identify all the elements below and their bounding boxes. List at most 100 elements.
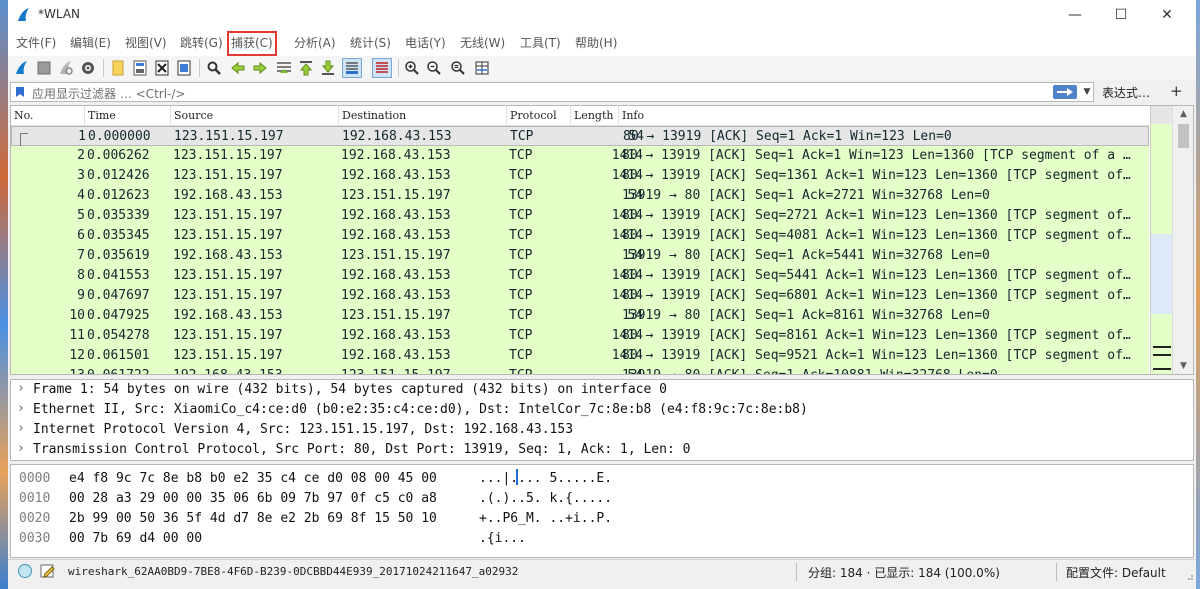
column-header-time[interactable]: Time bbox=[85, 106, 171, 126]
window-title: *WLAN bbox=[38, 7, 81, 21]
go-to-packet-icon[interactable] bbox=[274, 58, 294, 78]
zoom-in-icon[interactable] bbox=[402, 58, 422, 78]
menu-analyze[interactable]: 分析(A) bbox=[294, 34, 336, 52]
close-button[interactable]: ✕ bbox=[1144, 0, 1190, 30]
menu-go[interactable]: 跳转(G) bbox=[180, 34, 223, 52]
menu-bar: 文件(F) 编辑(E) 视图(V) 跳转(G) 捕获(C) 分析(A) 统计(S… bbox=[8, 30, 1196, 56]
detail-tree-item[interactable]: › Frame 1: 54 bytes on wire (432 bits), 5… bbox=[11, 380, 1193, 400]
packet-count-status: 分组: 184 · 已显示: 184 (100.0%) bbox=[808, 566, 1000, 580]
hex-row[interactable]: 0020 2b 99 00 50 36 5f 4d d7 8e e2 2b 69 … bbox=[11, 509, 1193, 529]
scroll-down-arrow-icon[interactable]: ▼ bbox=[1173, 358, 1193, 374]
restart-fin-icon[interactable] bbox=[56, 58, 76, 78]
detail-tree-item[interactable]: › Ethernet II, Src: XiaomiCo_c4:ce:d0 (b0… bbox=[11, 400, 1193, 420]
capture-options-gear-icon[interactable] bbox=[78, 58, 98, 78]
close-file-icon[interactable] bbox=[152, 58, 172, 78]
packet-source: 123.151.15.197 bbox=[173, 348, 283, 363]
packet-protocol: TCP bbox=[509, 288, 533, 303]
packet-row[interactable]: 130.061722 192.168.43.153 123.151.15.197 TC… bbox=[11, 366, 1149, 374]
menu-file[interactable]: 文件(F) bbox=[16, 34, 56, 52]
packet-info: 13919 → 80 [ACK] Seq=1 Ack=5441 Win=3276… bbox=[622, 248, 990, 263]
packet-source: 123.151.15.197 bbox=[173, 268, 283, 283]
expand-chevron-icon[interactable]: › bbox=[17, 441, 25, 456]
packet-source: 123.151.15.197 bbox=[173, 228, 283, 243]
shark-fin-start-icon[interactable] bbox=[12, 58, 32, 78]
go-first-icon[interactable] bbox=[296, 58, 316, 78]
hex-row[interactable]: 0030 00 7b 69 d4 00 00 .{i... bbox=[11, 529, 1193, 549]
packet-source: 123.151.15.197 bbox=[173, 288, 283, 303]
menu-capture[interactable]: 捕获(C) bbox=[227, 31, 277, 56]
go-last-icon[interactable] bbox=[318, 58, 338, 78]
expert-info-indicator-icon[interactable] bbox=[18, 564, 32, 578]
packet-no: 5 bbox=[77, 208, 85, 223]
profile-status[interactable]: 配置文件: Default bbox=[1066, 564, 1166, 581]
capture-comment-pencil-icon[interactable] bbox=[40, 563, 56, 579]
packet-row[interactable]: 4 0.012623 192.168.43.153 123.151.15.197 TCP… bbox=[11, 186, 1149, 206]
packet-protocol: TCP bbox=[509, 248, 533, 263]
expand-chevron-icon[interactable]: › bbox=[17, 421, 25, 436]
go-back-icon[interactable] bbox=[228, 58, 248, 78]
resize-grip-icon[interactable] bbox=[1184, 571, 1194, 581]
add-filter-button[interactable]: + bbox=[1170, 82, 1183, 100]
detail-tree-item[interactable]: › Internet Protocol Version 4, Src: 123.1… bbox=[11, 420, 1193, 440]
scroll-up-arrow-icon[interactable]: ▲ bbox=[1173, 106, 1193, 122]
expand-chevron-icon[interactable]: › bbox=[17, 401, 25, 416]
packet-minimap[interactable] bbox=[1150, 106, 1173, 374]
packet-row[interactable]: 3 0.012426 123.151.15.197 192.168.43.153 TCP… bbox=[11, 166, 1149, 186]
packet-no: 7 bbox=[77, 248, 85, 263]
menu-view[interactable]: 视图(V) bbox=[125, 34, 167, 52]
packet-time: 0.047697 bbox=[87, 288, 150, 303]
save-file-icon[interactable] bbox=[130, 58, 150, 78]
packet-row[interactable]: 10 0.047925 192.168.43.153 123.151.15.197 TC… bbox=[11, 306, 1149, 326]
zoom-normal-icon[interactable] bbox=[448, 58, 468, 78]
packet-rows: 1 0.000000 123.151.15.197 192.168.43.153 TCP… bbox=[11, 126, 1149, 374]
column-header-info[interactable]: Info bbox=[619, 106, 1149, 126]
expand-chevron-icon[interactable]: › bbox=[17, 381, 25, 396]
column-header-protocol[interactable]: Protocol bbox=[507, 106, 571, 126]
colorize-icon[interactable] bbox=[372, 58, 392, 78]
packet-row[interactable]: 1 0.000000 123.151.15.197 192.168.43.153 TCP… bbox=[11, 126, 1149, 147]
stop-square-icon[interactable] bbox=[34, 58, 54, 78]
packet-row[interactable]: 8 0.041553 123.151.15.197 192.168.43.153 TCP… bbox=[11, 266, 1149, 286]
reload-icon[interactable] bbox=[174, 58, 194, 78]
maximize-button[interactable]: ☐ bbox=[1098, 0, 1144, 30]
menu-wireless[interactable]: 无线(W) bbox=[460, 34, 505, 52]
open-folder-icon[interactable] bbox=[108, 58, 128, 78]
packet-time: 0.061501 bbox=[87, 348, 150, 363]
find-packet-icon[interactable] bbox=[204, 58, 224, 78]
column-header-no[interactable]: No. bbox=[11, 106, 85, 126]
hex-row[interactable]: 0010 00 28 a3 29 00 00 35 06 6b 09 7b 97 … bbox=[11, 489, 1193, 509]
packet-row[interactable]: 5 0.035339 123.151.15.197 192.168.43.153 TCP… bbox=[11, 206, 1149, 226]
hex-row[interactable]: 0000 e4 f8 9c 7c 8e b8 b0 e2 35 c4 ce d0 … bbox=[11, 469, 1193, 489]
packet-row[interactable]: 6 0.035345 123.151.15.197 192.168.43.153 TCP… bbox=[11, 226, 1149, 246]
filter-history-dropdown-icon[interactable]: ▼ bbox=[1081, 86, 1093, 98]
packet-row[interactable]: 11 0.054278 123.151.15.197 192.168.43.153 TC… bbox=[11, 326, 1149, 346]
minimize-button[interactable]: — bbox=[1052, 0, 1098, 30]
packet-list-scrollbar[interactable]: ▲ ▼ bbox=[1172, 106, 1193, 374]
expression-button[interactable]: 表达式… bbox=[1102, 84, 1150, 101]
column-header-length[interactable]: Length bbox=[571, 106, 619, 126]
auto-scroll-icon[interactable] bbox=[342, 58, 362, 78]
scroll-thumb[interactable] bbox=[1178, 124, 1189, 148]
menu-telephony[interactable]: 电话(Y) bbox=[405, 34, 446, 52]
apply-filter-arrow-icon[interactable] bbox=[1053, 85, 1077, 99]
packet-row[interactable]: 9 0.047697 123.151.15.197 192.168.43.153 TCP… bbox=[11, 286, 1149, 306]
packet-row[interactable]: 7 0.035619 192.168.43.153 123.151.15.197 TCP… bbox=[11, 246, 1149, 266]
go-forward-icon[interactable] bbox=[250, 58, 270, 78]
bookmark-icon[interactable] bbox=[15, 86, 25, 98]
packet-row[interactable]: 2 0.006262 123.151.15.197 192.168.43.153 TCP… bbox=[11, 146, 1149, 166]
status-separator bbox=[796, 563, 797, 581]
packet-info: 80 → 13919 [ACK] Seq=5441 Ack=1 Win=123 … bbox=[622, 268, 1131, 283]
menu-statistics[interactable]: 统计(S) bbox=[350, 34, 391, 52]
column-header-destination[interactable]: Destination bbox=[339, 106, 507, 126]
menu-help[interactable]: 帮助(H) bbox=[575, 34, 617, 52]
packet-row[interactable]: 12 0.061501 123.151.15.197 192.168.43.153 TC… bbox=[11, 346, 1149, 366]
zoom-out-icon[interactable] bbox=[424, 58, 444, 78]
detail-tree-item[interactable]: › Transmission Control Protocol, Src Port… bbox=[11, 440, 1193, 460]
packet-source: 192.168.43.153 bbox=[173, 368, 283, 374]
column-header-source[interactable]: Source bbox=[171, 106, 339, 126]
packet-destination: 192.168.43.153 bbox=[341, 348, 451, 363]
menu-edit[interactable]: 编辑(E) bbox=[70, 34, 111, 52]
resize-columns-icon[interactable] bbox=[472, 58, 492, 78]
display-filter-input[interactable]: 应用显示过滤器 … <Ctrl-/> ▼ bbox=[10, 82, 1094, 102]
menu-tools[interactable]: 工具(T) bbox=[520, 34, 561, 52]
